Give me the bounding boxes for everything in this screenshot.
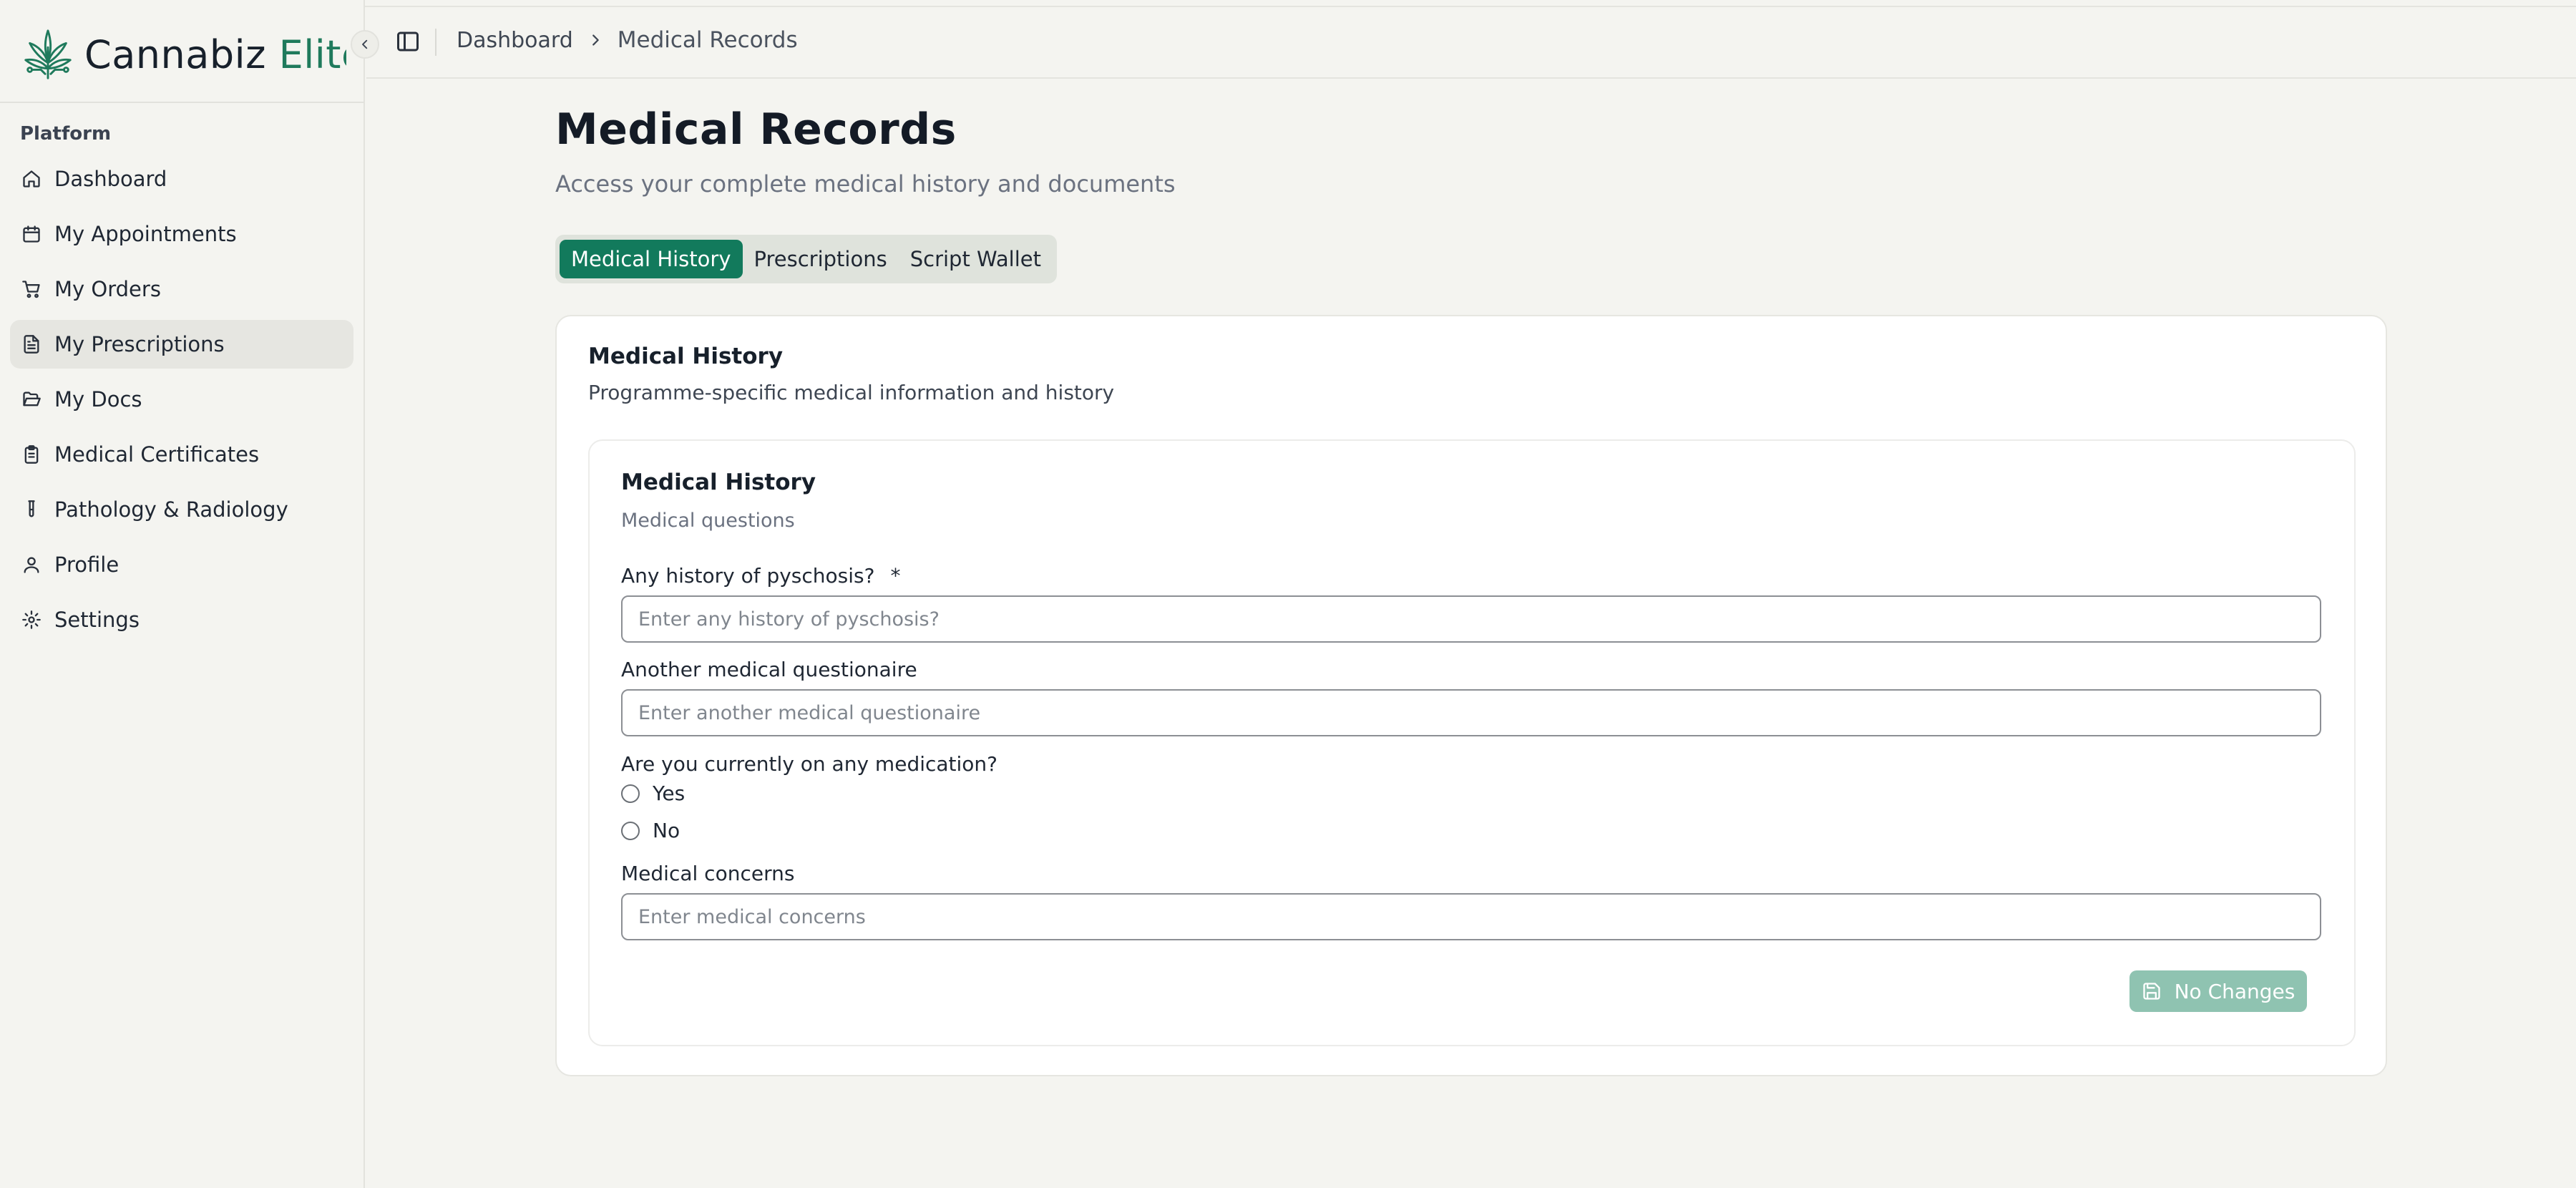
home-icon [23, 170, 40, 188]
medical-questions-form: Medical History Medical questions Any hi… [588, 439, 2356, 1046]
medication-option-yes[interactable]: Yes [621, 782, 685, 805]
tab-medical-history[interactable]: Medical History [560, 240, 743, 278]
concerns-label: Medical concerns [621, 862, 795, 885]
sidebar-item-my-docs[interactable]: My Docs [10, 375, 353, 424]
cannabis-leaf-logo-icon [24, 29, 72, 79]
concerns-input[interactable] [621, 893, 2321, 940]
questionaire-input[interactable] [621, 689, 2321, 736]
sidebar-item-my-orders[interactable]: My Orders [10, 265, 353, 313]
sidebar-item-dashboard[interactable]: Dashboard [10, 155, 353, 203]
sidebar-section-label: Platform [20, 123, 112, 145]
folder-open-icon [23, 391, 41, 406]
sidebar-collapse-button[interactable] [351, 30, 379, 59]
card-title: Medical History [588, 344, 784, 369]
sidebar-item-label: Dashboard [54, 167, 167, 191]
card-subtitle: Programme-specific medical information a… [588, 381, 1115, 404]
brand-divider [0, 102, 364, 103]
sidebar-item-my-appointments[interactable]: My Appointments [10, 210, 353, 258]
sidebar-item-label: Pathology & Radiology [54, 497, 288, 522]
document-icon [24, 335, 39, 354]
breadcrumb-dashboard-link[interactable]: Dashboard [457, 28, 573, 53]
sidebar-item-label: Profile [54, 552, 119, 577]
sidebar-item-settings[interactable]: Settings [10, 595, 353, 644]
clipboard-icon [24, 445, 39, 464]
chevron-left-icon [362, 39, 368, 49]
medication-label: Are you currently on any medication? [621, 752, 998, 776]
calendar-icon [23, 225, 40, 243]
sidebar-item-label: My Orders [54, 277, 161, 301]
gear-icon [22, 610, 41, 629]
user-icon [24, 557, 39, 573]
sidebar-nav: Dashboard My Appointments My Orders My P… [10, 155, 353, 651]
psychosis-label-text: Any history of pyschosis? [621, 564, 875, 588]
tab-prescriptions[interactable]: Prescriptions [743, 240, 899, 278]
sidebar-item-label: Settings [54, 608, 140, 632]
sidebar-item-my-prescriptions[interactable]: My Prescriptions [10, 320, 353, 369]
sidebar: Cannabiz Elite H Platform Dashboard My A… [0, 0, 365, 1188]
breadcrumb-current: Medical Records [617, 27, 798, 53]
page-title: Medical Records [555, 104, 957, 155]
form-subtitle: Medical questions [621, 510, 795, 532]
medical-history-card: Medical History Programme-specific medic… [555, 315, 2387, 1076]
sidebar-item-label: My Appointments [54, 222, 237, 246]
tab-script-wallet[interactable]: Script Wallet [899, 240, 1053, 278]
records-tabs: Medical History Prescriptions Script Wal… [555, 235, 1057, 283]
radio-no-label: No [653, 819, 680, 842]
test-tube-icon [28, 500, 35, 517]
questionaire-label: Another medical questionaire [621, 658, 917, 681]
form-title: Medical History [621, 469, 816, 495]
save-icon [2142, 983, 2160, 1000]
radio-yes-label: Yes [653, 782, 686, 805]
radio-no[interactable] [621, 821, 640, 840]
sidebar-item-label: Medical Certificates [54, 442, 260, 467]
brand-logo[interactable]: Cannabiz Elite H [20, 26, 346, 83]
top-header: Dashboard Medical Records [366, 7, 2576, 79]
sidebar-toggle-icon[interactable] [395, 29, 421, 54]
breadcrumb: Dashboard Medical Records [457, 27, 798, 53]
sidebar-item-medical-certificates[interactable]: Medical Certificates [10, 430, 353, 479]
radio-yes[interactable] [621, 784, 640, 803]
sidebar-item-profile[interactable]: Profile [10, 540, 353, 589]
page-subtitle: Access your complete medical history and… [555, 170, 1176, 198]
sidebar-item-label: My Docs [54, 387, 142, 412]
psychosis-label: Any history of pyschosis? * [621, 564, 900, 588]
save-button[interactable]: No Changes [2129, 970, 2307, 1012]
sidebar-item-pathology-radiology[interactable]: Pathology & Radiology [10, 485, 353, 534]
psychosis-input[interactable] [621, 595, 2321, 643]
header-separator [435, 29, 436, 56]
required-marker: * [890, 564, 901, 588]
brand-name: Cannabiz Elite H [84, 31, 346, 77]
chevron-right-icon [592, 34, 599, 46]
medication-option-no[interactable]: No [621, 819, 680, 842]
save-button-label: No Changes [2174, 979, 2296, 1003]
sidebar-item-label: My Prescriptions [54, 332, 225, 356]
cart-icon [22, 281, 40, 298]
